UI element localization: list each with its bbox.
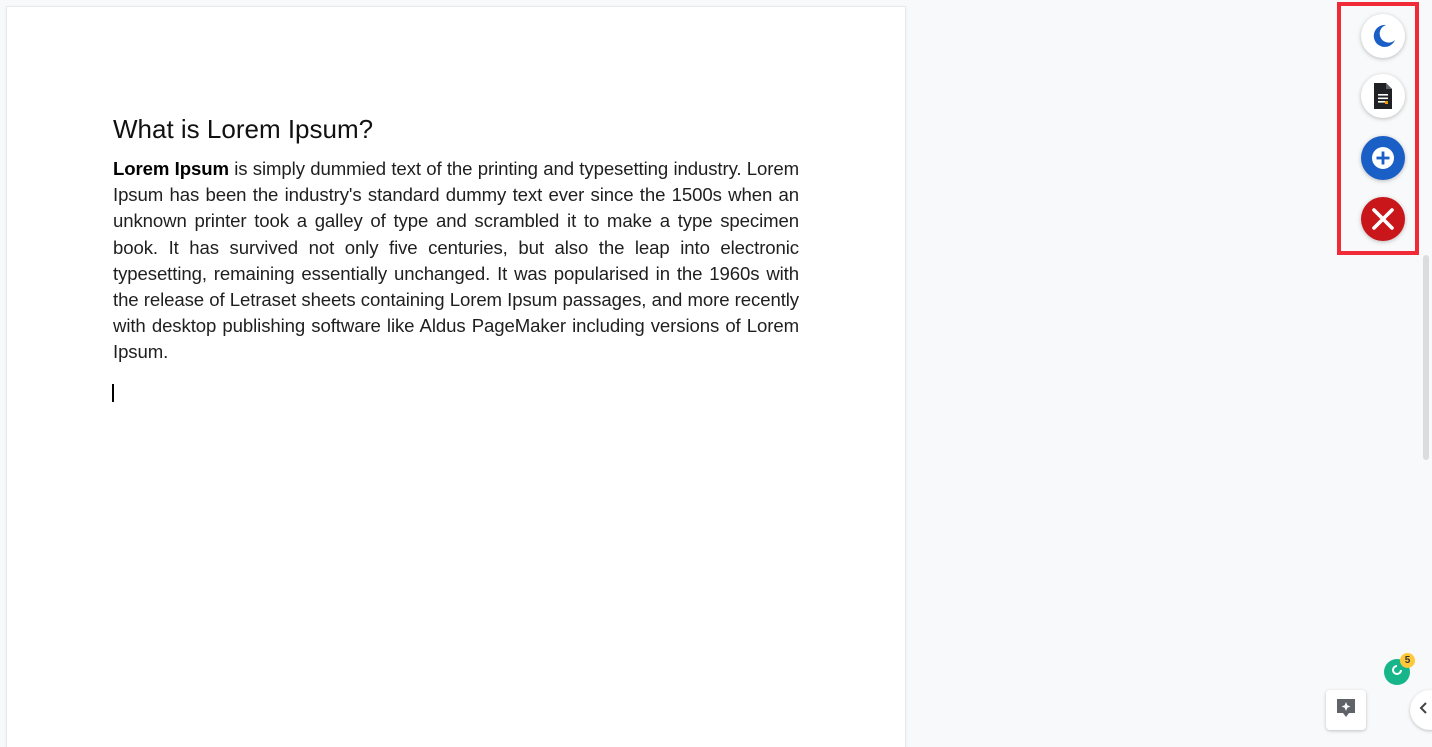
document-paragraph[interactable]: Lorem Ipsum is simply dummied text of th… — [113, 156, 799, 366]
close-x-icon — [1370, 206, 1396, 232]
close-button[interactable] — [1361, 197, 1405, 241]
document-button[interactable] — [1361, 74, 1405, 118]
floating-toolbar-highlight — [1337, 2, 1419, 255]
grammar-suggestion-count: 5 — [1400, 653, 1415, 668]
explore-sparkle-icon — [1335, 697, 1357, 724]
paragraph-bold-text[interactable]: Lorem Ipsum — [113, 158, 229, 179]
side-panel-toggle-button[interactable] — [1410, 690, 1432, 730]
chevron-left-icon — [1418, 701, 1428, 720]
add-button[interactable] — [1361, 136, 1405, 180]
document-page[interactable]: What is Lorem Ipsum? Lorem Ipsum is simp… — [7, 7, 905, 747]
explore-button[interactable] — [1326, 690, 1366, 730]
document-content[interactable]: What is Lorem Ipsum? Lorem Ipsum is simp… — [113, 112, 799, 366]
crescent-moon-icon — [1369, 22, 1397, 50]
plus-circle-icon — [1369, 144, 1397, 172]
scrollbar-thumb[interactable] — [1423, 255, 1429, 460]
document-icon — [1372, 82, 1394, 110]
text-cursor — [112, 384, 114, 402]
document-heading[interactable]: What is Lorem Ipsum? — [113, 112, 799, 146]
dark-mode-button[interactable] — [1361, 14, 1405, 58]
paragraph-body-text[interactable]: is simply dummied text of the printing a… — [113, 158, 799, 362]
page-scrollbar[interactable] — [1420, 0, 1432, 734]
